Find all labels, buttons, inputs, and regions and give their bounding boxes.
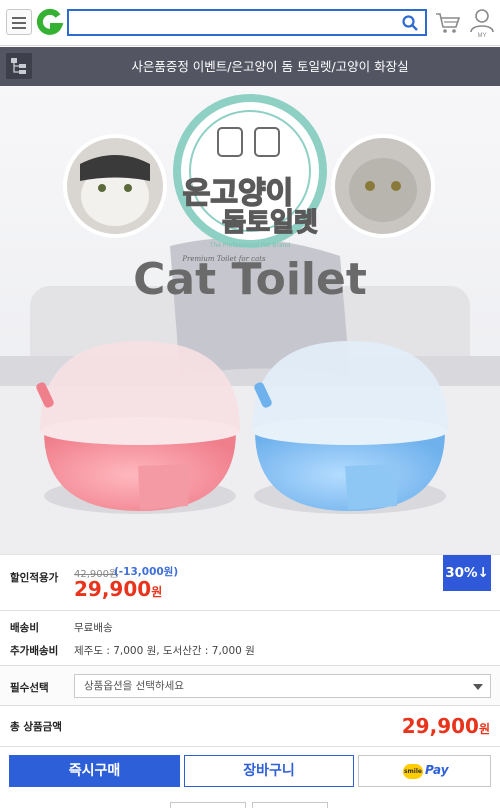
shipping-fee-label: 배송비 xyxy=(10,622,39,634)
option-placeholder: 상품옵션을 선택하세요 xyxy=(84,680,184,692)
total-price-unit: 원 xyxy=(478,722,490,736)
my-label: MY xyxy=(478,33,487,38)
sale-price: 29,900원 xyxy=(74,577,162,601)
add-to-cart-button[interactable]: 장바구니 xyxy=(184,755,354,787)
option-section: 필수선택 상품옵션을 선택하세요 xyxy=(0,665,500,706)
search-input[interactable] xyxy=(67,9,427,36)
chevron-down-icon xyxy=(473,684,483,690)
product-image[interactable]: 은고양이 돔토일렛 The Professional Pet Brand Pre… xyxy=(0,86,500,554)
brand-korean-line2: 돔토일렛 xyxy=(222,208,318,238)
total-price: 29,900원 xyxy=(402,714,490,738)
breadcrumb[interactable]: 사은품증정 이벤트/은고양이 돔 토일렛/고양이 화장실 xyxy=(40,47,500,86)
brand-korean-line1: 은고양이 xyxy=(183,176,293,211)
product-headline: Cat Toilet xyxy=(133,254,367,305)
search-icon[interactable] xyxy=(401,14,419,32)
menu-icon[interactable] xyxy=(6,9,32,35)
gmarket-logo[interactable] xyxy=(37,8,63,36)
divider xyxy=(0,746,500,747)
breadcrumb-bar: 사은품증정 이벤트/은고양이 돔 토일렛/고양이 화장실 xyxy=(0,47,500,86)
top-header: MY xyxy=(0,0,500,46)
smile-pay-label: Pay xyxy=(425,763,449,777)
buy-now-button[interactable]: 즉시구매 xyxy=(9,755,180,787)
my-page-icon[interactable]: MY xyxy=(469,8,495,38)
bottom-tab-right[interactable] xyxy=(252,802,328,808)
sale-price-unit: 원 xyxy=(151,585,163,599)
price-label: 할인적용가 xyxy=(10,572,59,584)
badge-tagline: The Professional Pet Brand xyxy=(209,242,290,249)
total-label: 총 상품금액 xyxy=(10,721,62,733)
cart-icon[interactable] xyxy=(435,10,461,36)
category-tree-icon[interactable] xyxy=(6,53,32,79)
extra-shipping-value: 제주도 : 7,000 원, 도서산간 : 7,000 원 xyxy=(74,645,255,657)
product-photo: 은고양이 돔토일렛 The Professional Pet Brand Pre… xyxy=(0,86,500,554)
option-label: 필수선택 xyxy=(10,682,49,694)
bottom-tab-left[interactable] xyxy=(170,802,246,808)
discount-rate-badge[interactable]: 30%↓ xyxy=(443,555,491,591)
smile-pay-logo: smile xyxy=(403,764,423,779)
sale-price-value: 29,900 xyxy=(74,577,152,601)
divider xyxy=(0,610,500,611)
smile-pay-button[interactable]: smile Pay xyxy=(358,755,491,787)
shipping-fee-value: 무료배송 xyxy=(74,622,113,634)
option-select[interactable]: 상품옵션을 선택하세요 xyxy=(74,674,491,698)
price-section: 할인적용가 42,900원 (-13,000원) 29,900원 30%↓ xyxy=(0,554,500,610)
extra-shipping-label: 추가배송비 xyxy=(10,645,59,657)
total-price-value: 29,900 xyxy=(401,714,479,738)
